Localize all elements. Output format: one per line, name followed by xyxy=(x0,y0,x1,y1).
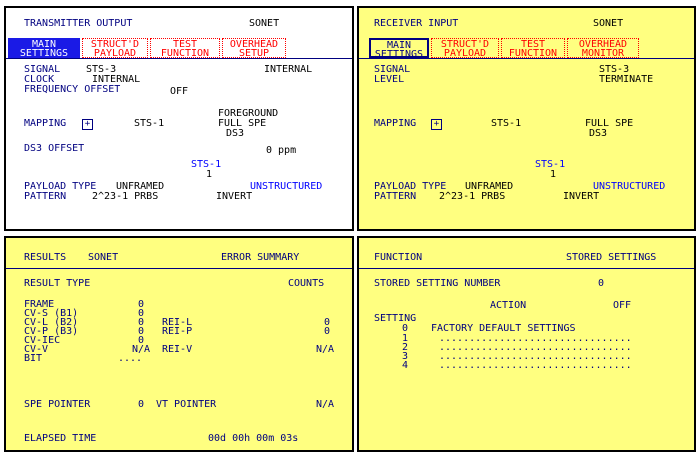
setting-number: 4 xyxy=(402,360,409,371)
rx-pattern-value[interactable]: 2^23-1 PRBS xyxy=(439,192,505,202)
bit-label: BIT xyxy=(24,353,43,364)
tx-sts-number[interactable]: 1 xyxy=(206,170,212,180)
rx-mapping-expand-icon[interactable]: + xyxy=(431,119,442,130)
tx-tab-divider xyxy=(6,58,352,59)
results-header-divider xyxy=(6,268,352,269)
tx-frequency-offset-value[interactable]: OFF xyxy=(170,87,188,97)
receiver-input-panel: RECEIVER INPUT SONET MAIN SETTINGS STRUCT… xyxy=(357,6,696,231)
rx-payload-structure[interactable]: UNSTRUCTURED xyxy=(593,182,665,192)
tx-ds3-offset-value[interactable]: 0 ppm xyxy=(266,146,296,156)
results-error-summary[interactable]: ERROR SUMMARY xyxy=(221,253,299,263)
tx-pattern-value[interactable]: 2^23-1 PRBS xyxy=(92,192,158,202)
tab-tx-structd-payload[interactable]: STRUCT'D PAYLOAD xyxy=(82,38,148,59)
rei-v-count: N/A xyxy=(316,344,335,355)
rx-pattern-invert[interactable]: INVERT xyxy=(563,192,599,202)
bit-count: .... xyxy=(118,353,143,364)
tx-pattern-label: PATTERN xyxy=(24,191,67,202)
tab-rx-overhead-monitor[interactable]: OVERHEAD MONITOR xyxy=(567,38,639,59)
tab-tx-main-settings[interactable]: MAIN SETTINGS xyxy=(8,38,80,59)
rx-level-label: LEVEL xyxy=(374,74,405,85)
function-mode[interactable]: STORED SETTINGS xyxy=(566,253,656,263)
stored-setting-number-label: STORED SETTING NUMBER xyxy=(374,278,501,289)
stored-setting-number-value[interactable]: 0 xyxy=(598,279,604,289)
rx-tab-divider xyxy=(359,58,694,59)
rx-title: RECEIVER INPUT xyxy=(374,18,459,29)
rx-level-value[interactable]: TERMINATE xyxy=(599,75,653,85)
tx-payload-structure[interactable]: UNSTRUCTURED xyxy=(250,182,322,192)
rx-pattern-label: PATTERN xyxy=(374,191,417,202)
action-value[interactable]: OFF xyxy=(613,301,631,311)
tab-rx-structd-payload[interactable]: STRUCT'D PAYLOAD xyxy=(431,38,499,59)
results-panel: RESULTS SONET ERROR SUMMARY RESULT TYPE … xyxy=(4,236,354,452)
elapsed-time-value: 00d 00h 00m 03s xyxy=(208,433,299,444)
results-title: RESULTS xyxy=(24,252,67,263)
function-title: FUNCTION xyxy=(374,252,423,263)
tx-mapping-ds3[interactable]: DS3 xyxy=(226,129,244,139)
result-type-label: RESULT TYPE xyxy=(24,278,91,289)
tx-mapping-label: MAPPING xyxy=(24,118,67,129)
rei-v-label: REI-V xyxy=(162,344,193,355)
vt-pointer-value: N/A xyxy=(316,399,335,410)
tx-ds3-offset-label: DS3 OFFSET xyxy=(24,143,85,154)
transmitter-output-panel: TRANSMITTER OUTPUT SONET MAIN SETTINGS ST… xyxy=(4,6,354,231)
tx-title: TRANSMITTER OUTPUT xyxy=(24,18,133,29)
elapsed-time-label: ELAPSED TIME xyxy=(24,433,97,444)
tx-mapping-value[interactable]: STS-1 xyxy=(134,119,164,129)
action-label: ACTION xyxy=(490,300,527,311)
rx-mapping-value[interactable]: STS-1 xyxy=(491,119,521,129)
spe-pointer-value: 0 xyxy=(138,399,145,410)
function-header-divider xyxy=(359,268,694,269)
rei-p-count: 0 xyxy=(324,326,331,337)
results-mode: SONET xyxy=(88,252,119,263)
tx-signal-source[interactable]: INTERNAL xyxy=(264,65,312,75)
tab-rx-test-function[interactable]: TEST FUNCTION xyxy=(501,38,565,59)
rx-sts-number[interactable]: 1 xyxy=(550,170,556,180)
spe-pointer-label: SPE POINTER xyxy=(24,399,91,410)
vt-pointer-label: VT POINTER xyxy=(156,399,217,410)
rx-mapping-ds3[interactable]: DS3 xyxy=(589,129,607,139)
setting-name[interactable]: ................................ xyxy=(439,361,632,371)
tab-rx-main-settings[interactable]: MAIN SETTINGS xyxy=(369,38,429,60)
tx-mapping-expand-icon[interactable]: + xyxy=(82,119,93,130)
tx-mode: SONET xyxy=(249,18,280,29)
setting-label: SETTING xyxy=(374,313,417,324)
rei-p-label: REI-P xyxy=(162,326,193,337)
tab-tx-test-function[interactable]: TEST FUNCTION xyxy=(150,38,220,59)
tab-tx-overhead-setup[interactable]: OVERHEAD SETUP xyxy=(222,38,286,59)
function-panel: FUNCTION STORED SETTINGS STORED SETTING … xyxy=(357,236,696,452)
tx-pattern-invert[interactable]: INVERT xyxy=(216,192,252,202)
result-counts-label: COUNTS xyxy=(288,278,325,289)
rx-mapping-label: MAPPING xyxy=(374,118,417,129)
rx-mode: SONET xyxy=(593,18,624,29)
tx-frequency-offset-label: FREQUENCY OFFSET xyxy=(24,84,121,95)
